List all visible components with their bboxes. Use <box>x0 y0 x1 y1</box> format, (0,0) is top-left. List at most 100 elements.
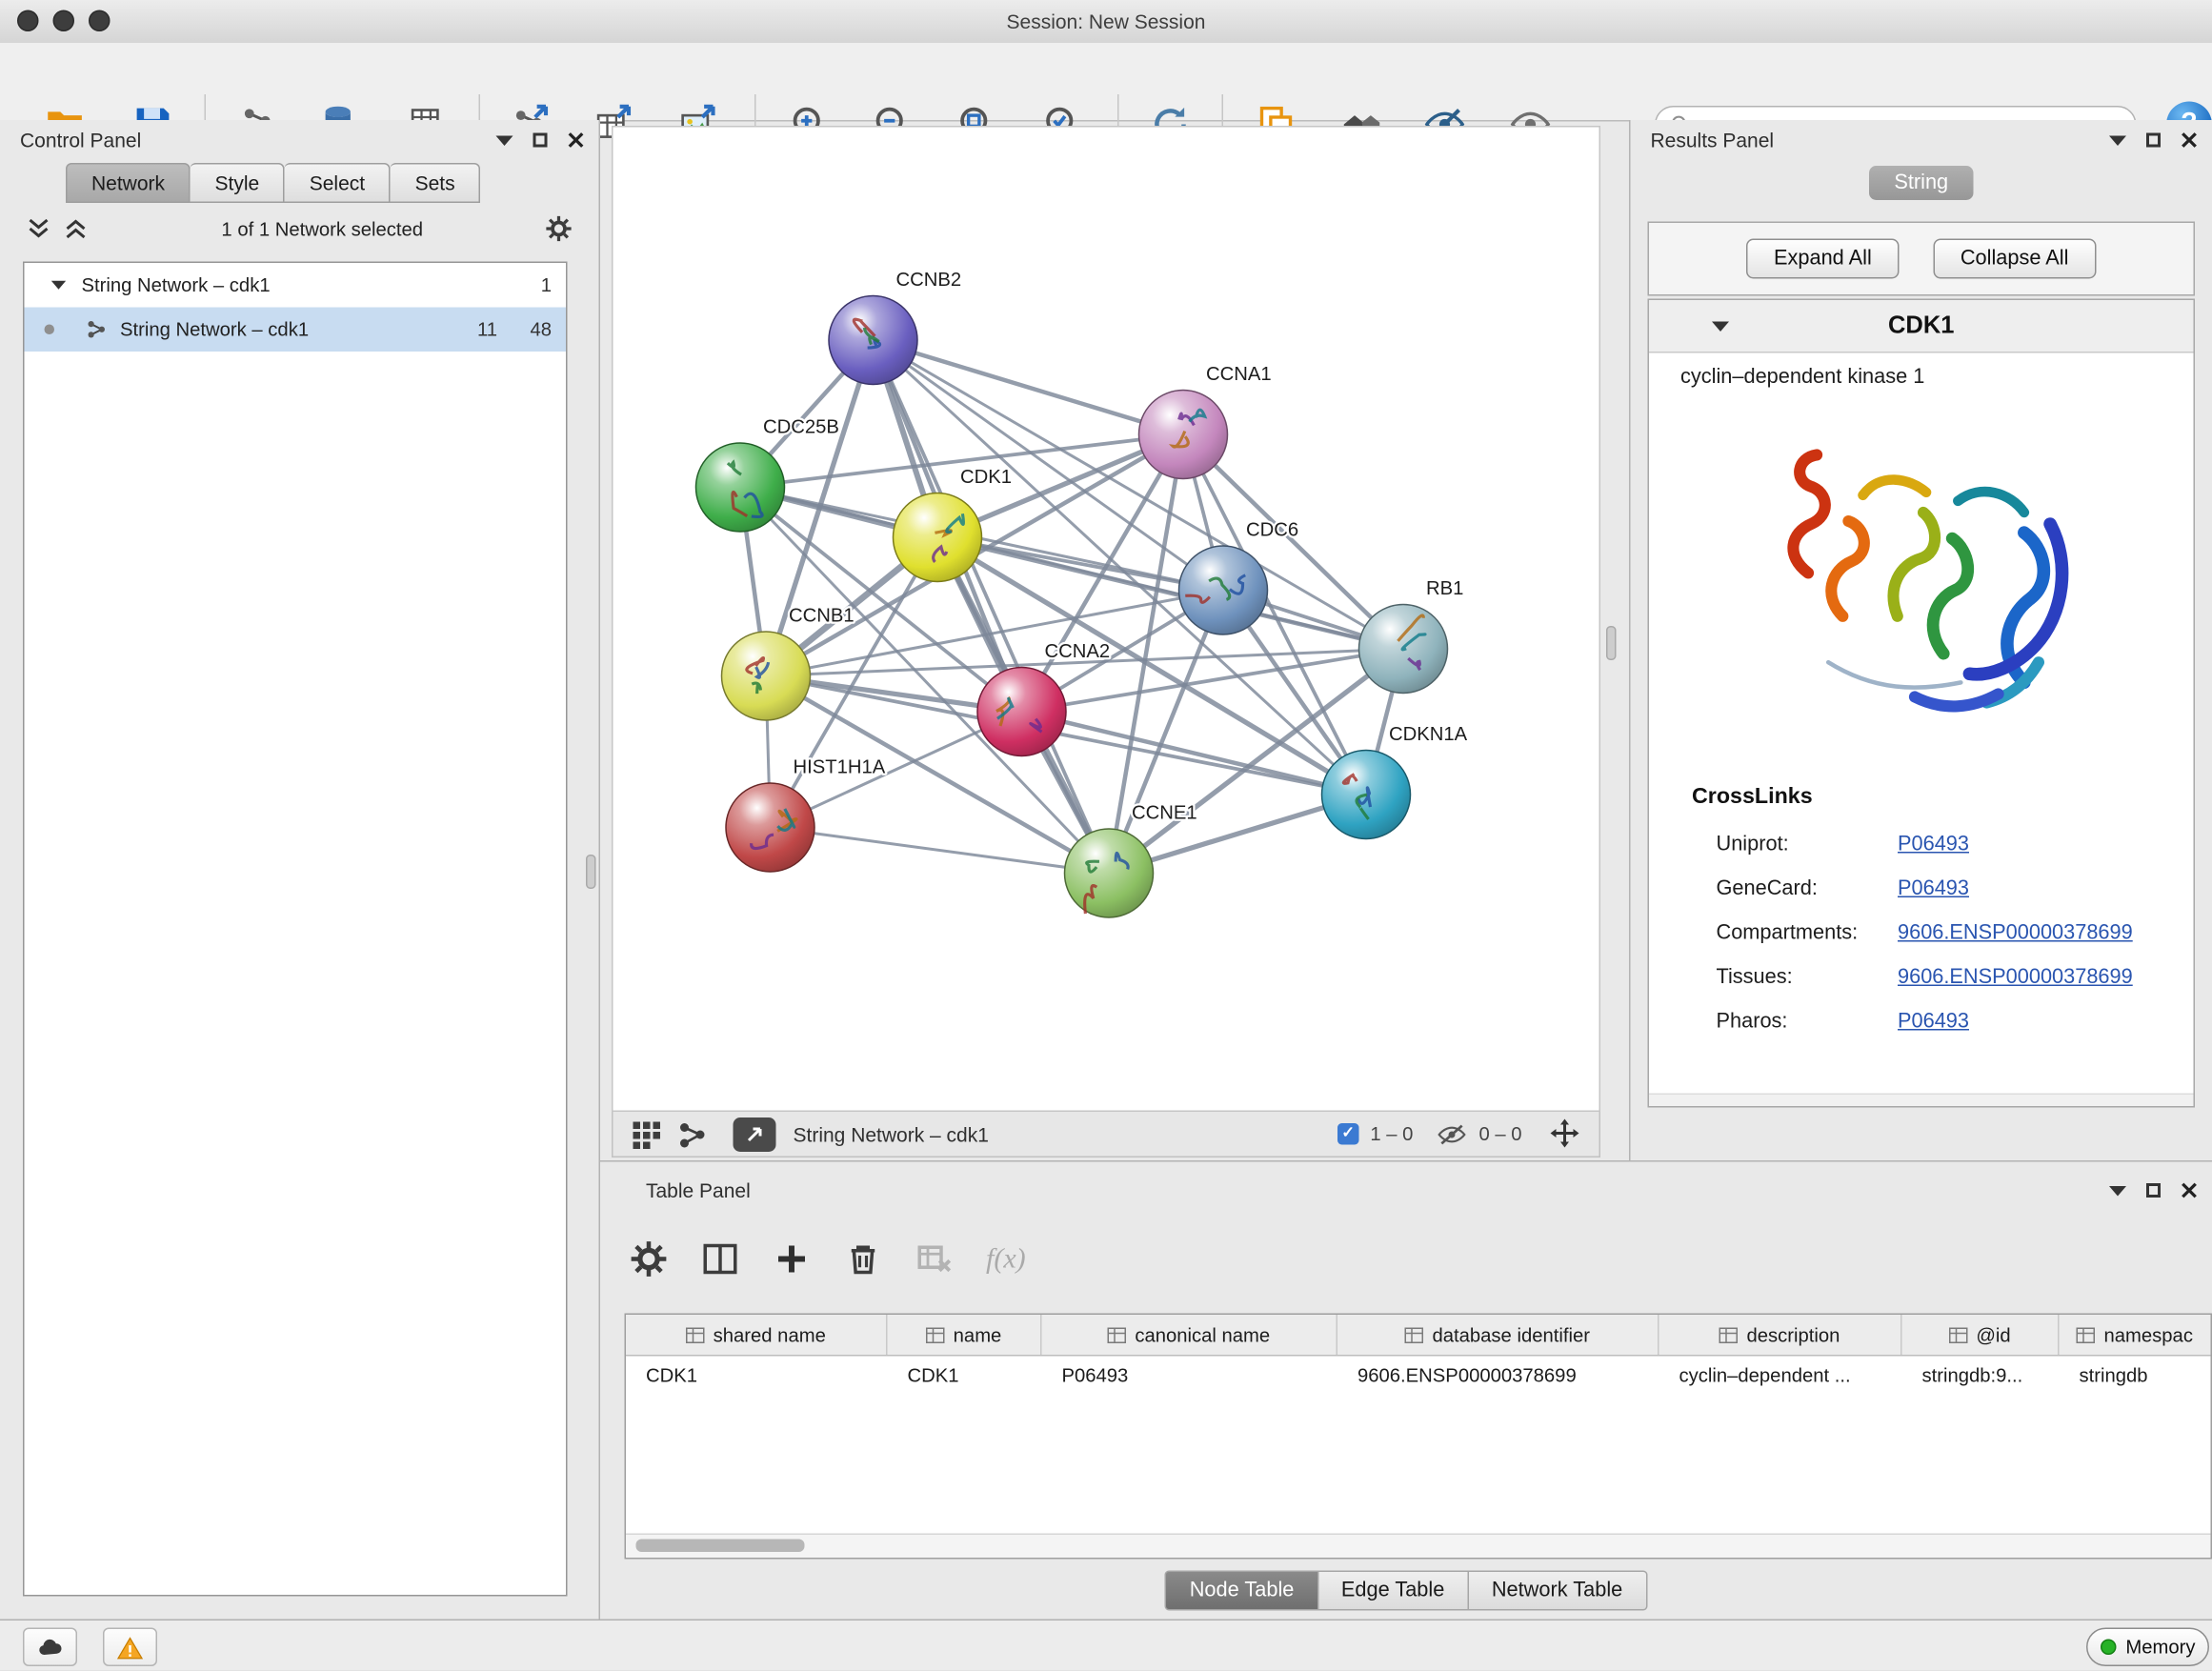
pan-move-icon[interactable] <box>1548 1117 1582 1151</box>
panel-close-button[interactable] <box>568 131 585 149</box>
network-overview-icon[interactable] <box>676 1118 708 1150</box>
column-header-canonical-name[interactable]: canonical name <box>1042 1315 1338 1355</box>
column-header-description[interactable]: description <box>1659 1315 1902 1355</box>
crosslink-label: Pharos: <box>1717 1010 1899 1033</box>
warning-icon <box>116 1634 145 1660</box>
tab-sets[interactable]: Sets <box>391 163 481 203</box>
warnings-button[interactable] <box>103 1628 157 1667</box>
cell-name[interactable]: CDK1 <box>888 1357 1042 1397</box>
open-in-new-window-button[interactable] <box>734 1117 776 1151</box>
network-node-ccna2[interactable] <box>977 668 1066 756</box>
network-node-cdk1[interactable] <box>894 493 982 582</box>
tab-node-table[interactable]: Node Table <box>1165 1571 1318 1611</box>
network-list: String Network – cdk1 1 String Network –… <box>23 262 568 1597</box>
crosslink-uniprot-link[interactable]: P06493 <box>1898 833 1969 856</box>
gene-section-scrollbar[interactable] <box>1649 1094 2194 1107</box>
panel-maximize-button[interactable] <box>533 133 548 148</box>
column-header-name[interactable]: name <box>888 1315 1042 1355</box>
panel-close-button[interactable] <box>2181 1182 2198 1199</box>
crosslink-row: Tissues: 9606.ENSP00000378699 <box>1649 955 2194 999</box>
network-edge-hist1h1a-ccne1[interactable] <box>771 828 1110 874</box>
protein-structure-image <box>1741 400 2101 768</box>
node-label-ccne1: CCNE1 <box>1132 803 1197 824</box>
table-row[interactable]: CDK1 CDK1 P06493 9606.ENSP00000378699 cy… <box>626 1357 2211 1397</box>
tab-edge-table[interactable]: Edge Table <box>1318 1571 1469 1611</box>
network-row[interactable]: String Network – cdk1 11 48 <box>25 308 567 352</box>
close-icon <box>2181 1182 2198 1199</box>
panel-float-button[interactable] <box>2109 1185 2126 1196</box>
column-header-shared-name[interactable]: shared name <box>626 1315 888 1355</box>
title-bar: Session: New Session <box>0 0 2212 45</box>
control-panel-header: Control Panel <box>0 120 599 160</box>
crosslink-row: GeneCard: P06493 <box>1649 866 2194 911</box>
network-node-cdc25b[interactable] <box>696 443 785 532</box>
birdseye-grid-icon[interactable] <box>631 1118 662 1150</box>
column-header-namespace[interactable]: namespac <box>2060 1315 2211 1355</box>
tree-expand-icon[interactable] <box>51 281 66 290</box>
function-builder-icon-disabled: f(x) <box>986 1242 1026 1276</box>
panel-float-button[interactable] <box>496 135 513 146</box>
cell-database-identifier[interactable]: 9606.ENSP00000378699 <box>1337 1357 1659 1397</box>
delete-table-icon-disabled <box>915 1239 955 1279</box>
current-network-indicator <box>45 325 55 335</box>
left-splitter-handle[interactable] <box>586 855 596 889</box>
expand-all-icon[interactable] <box>63 217 89 240</box>
cloud-status-button[interactable] <box>23 1628 77 1667</box>
add-column-icon[interactable] <box>772 1239 812 1279</box>
right-splitter-handle[interactable] <box>1606 626 1617 660</box>
gear-icon[interactable] <box>545 214 573 243</box>
network-node-ccnb1[interactable] <box>722 632 811 720</box>
node-label-ccna1: CCNA1 <box>1206 364 1272 385</box>
show-columns-icon[interactable] <box>700 1239 740 1279</box>
network-edge-count: 48 <box>497 319 552 341</box>
gene-section-header[interactable]: CDK1 <box>1649 300 2194 353</box>
panel-close-button[interactable] <box>2181 131 2198 149</box>
panel-float-button[interactable] <box>2109 135 2126 146</box>
panel-maximize-button[interactable] <box>2146 133 2161 148</box>
network-graph[interactable]: CCNB2CCNA1CDC25BCDK1CDC6RB1CCNB1CCNA2CDK… <box>613 128 1599 1111</box>
crosslink-row: Uniprot: P06493 <box>1649 822 2194 867</box>
tab-network[interactable]: Network <box>66 163 191 203</box>
panel-maximize-button[interactable] <box>2146 1183 2161 1198</box>
cell-shared-name[interactable]: CDK1 <box>626 1357 888 1397</box>
network-canvas[interactable]: CCNB2CCNA1CDC25BCDK1CDC6RB1CCNB1CCNA2CDK… <box>612 126 1600 1112</box>
maximize-icon <box>533 133 548 148</box>
tab-select[interactable]: Select <box>285 163 391 203</box>
collapse-all-icon[interactable] <box>26 217 51 240</box>
gene-description: cyclin–dependent kinase 1 <box>1649 353 2194 390</box>
network-collection-row[interactable]: String Network – cdk1 1 <box>25 263 567 308</box>
cell-id[interactable]: stringdb:9... <box>1902 1357 2060 1397</box>
tab-network-table[interactable]: Network Table <box>1469 1571 1647 1611</box>
scrollbar-thumb[interactable] <box>636 1540 805 1553</box>
cell-description[interactable]: cyclin–dependent ... <box>1659 1357 1902 1397</box>
control-panel-tabs: Network Style Select Sets <box>66 163 599 203</box>
crosslink-pharos-link[interactable]: P06493 <box>1898 1010 1969 1033</box>
column-type-icon <box>1719 1327 1739 1343</box>
network-node-cdc6[interactable] <box>1179 546 1268 634</box>
main-toolbar: ? <box>0 43 2212 122</box>
network-node-ccne1[interactable] <box>1065 829 1154 917</box>
collapse-all-button[interactable]: Collapse All <box>1933 239 2096 279</box>
cell-namespace[interactable]: stringdb <box>2060 1357 2211 1397</box>
column-header-database-identifier[interactable]: database identifier <box>1337 1315 1659 1355</box>
network-edge-ccnb2-rb1[interactable] <box>874 340 1404 649</box>
memory-button[interactable]: Memory <box>2086 1628 2209 1667</box>
tab-style[interactable]: Style <box>191 163 285 203</box>
tab-string[interactable]: String <box>1868 166 1974 200</box>
crosslink-compartments-link[interactable]: 9606.ENSP00000378699 <box>1898 921 2133 944</box>
crosslink-tissues-link[interactable]: 9606.ENSP00000378699 <box>1898 965 2133 988</box>
selected-checkbox-icon[interactable]: ✓ <box>1337 1123 1359 1145</box>
network-node-hist1h1a[interactable] <box>726 783 814 872</box>
table-settings-gear-icon[interactable] <box>629 1239 669 1279</box>
cell-canonical-name[interactable]: P06493 <box>1042 1357 1338 1397</box>
table-horizontal-scrollbar[interactable] <box>626 1534 2211 1559</box>
delete-column-trash-icon[interactable] <box>843 1239 883 1279</box>
column-header-id[interactable]: @id <box>1902 1315 2060 1355</box>
expand-all-button[interactable]: Expand All <box>1747 239 1900 279</box>
network-edge-ccnb2-ccna1[interactable] <box>874 340 1184 434</box>
network-edge-ccnb2-ccne1[interactable] <box>874 340 1110 874</box>
table-panel: Table Panel f(x) shared name name canoni… <box>600 1160 2212 1620</box>
crosslink-genecard-link[interactable]: P06493 <box>1898 876 1969 899</box>
network-name: String Network – cdk1 <box>120 319 309 341</box>
node-label-cdc25b: CDC25B <box>763 417 839 438</box>
